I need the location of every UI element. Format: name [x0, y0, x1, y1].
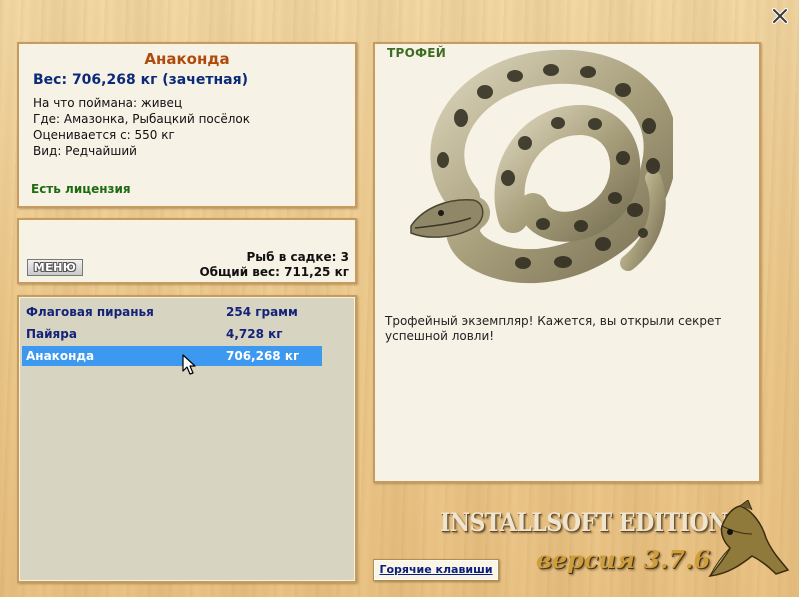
fish-list-weight: 254 грамм: [226, 305, 298, 319]
list-item[interactable]: Пайяра 4,728 кг: [22, 324, 322, 344]
cage-panel: МЕНЮ Рыб в садке: 3 Общий вес: 711,25 кг: [17, 218, 357, 284]
fish-name-title: Анаконда: [144, 50, 230, 68]
list-item-selected[interactable]: Анаконда 706,268 кг: [22, 346, 322, 366]
menu-button[interactable]: МЕНЮ: [27, 259, 83, 276]
anaconda-image: [410, 49, 673, 284]
fish-list-name: Пайяра: [26, 327, 77, 341]
list-item[interactable]: Флаговая пиранья 254 грамм: [22, 302, 322, 322]
fish-list-name: Анаконда: [26, 349, 95, 363]
close-icon[interactable]: [770, 6, 790, 26]
version-label: версия 3.7.6: [536, 545, 711, 574]
catch-info-panel: Анаконда Вес: 706,268 кг (зачетная) На ч…: [17, 42, 357, 208]
place-info: Где: Амазонка, Рыбацкий посёлок: [33, 112, 250, 126]
pike-fish-icon: [708, 500, 790, 577]
brand-logo-text: INSTALLSOFT EDITION: [440, 508, 728, 537]
trophy-panel: ТРОФЕЙ Трофейный экземпляр! Кажется, вы …: [373, 42, 761, 483]
fish-weight: Вес: 706,268 кг (зачетная): [33, 72, 248, 88]
fish-list-weight: 706,268 кг: [226, 349, 300, 363]
bait-info: На что поймана: живец: [33, 96, 183, 110]
fish-list-panel: Флаговая пиранья 254 грамм Пайяра 4,728 …: [17, 295, 357, 583]
license-status: Есть лицензия: [31, 182, 131, 196]
trophy-description: Трофейный экземпляр! Кажется, вы открыли…: [385, 314, 722, 343]
kind-info: Вид: Редчайший: [33, 144, 137, 158]
cage-total-weight: Общий вес: 711,25 кг: [199, 265, 349, 279]
hotkeys-button[interactable]: Горячие клавиши: [373, 559, 499, 581]
fish-list-weight: 4,728 кг: [226, 327, 283, 341]
fish-list-name: Флаговая пиранья: [26, 305, 154, 319]
mouse-cursor-icon: [182, 354, 196, 375]
cage-fish-count: Рыб в садке: 3: [246, 250, 350, 264]
value-info: Оценивается с: 550 кг: [33, 128, 175, 142]
